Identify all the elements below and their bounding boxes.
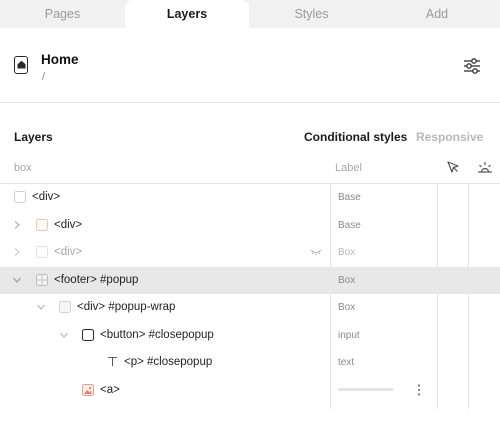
layer-style-label: Base [338, 219, 361, 231]
chevron-down-icon[interactable] [36, 302, 46, 312]
sliders-icon[interactable] [463, 57, 481, 75]
label-column-header: Label [335, 162, 362, 174]
layer-style-label: Box [338, 274, 356, 286]
kebab-menu-icon[interactable] [417, 383, 421, 397]
home-page-icon [14, 56, 28, 74]
layer-row[interactable]: <div> Base [0, 184, 500, 212]
layer-label: <footer> #popup [54, 273, 139, 286]
layers-column-header: Label [0, 155, 500, 184]
page-header: Home / [0, 28, 500, 103]
grid-icon [37, 274, 47, 285]
eye-closed-icon[interactable] [310, 248, 322, 256]
layer-row[interactable]: <div> Box [0, 239, 500, 267]
tab-add[interactable]: Add [374, 0, 500, 28]
layer-checkbox[interactable] [14, 191, 26, 203]
layer-style-label: Box [338, 302, 356, 313]
layer-row[interactable]: <div> Base [0, 212, 500, 240]
layer-row[interactable]: <button> #closepopup input [0, 322, 500, 350]
page-title: Home [41, 52, 79, 67]
layer-label: <div> #popup-wrap [77, 301, 176, 313]
layer-label: <div> [32, 191, 61, 203]
layer-checkbox[interactable] [36, 273, 48, 286]
layer-row-selected[interactable]: <footer> #popup Box [0, 266, 500, 294]
text-icon: ⊤ [107, 355, 119, 370]
layer-label: <div> [54, 218, 83, 231]
layer-checkbox[interactable] [36, 246, 48, 258]
layer-label: <button> #closepopup [100, 328, 214, 341]
cursor-icon[interactable] [446, 160, 460, 174]
tab-conditional-styles[interactable]: Conditional styles [304, 130, 407, 144]
tab-pages[interactable]: Pages [0, 0, 125, 28]
chevron-right-icon[interactable] [12, 247, 22, 257]
layer-search-input[interactable] [14, 162, 314, 174]
tab-layers[interactable]: Layers [125, 0, 249, 28]
layer-style-label: text [338, 357, 355, 368]
page-path: / [42, 71, 46, 83]
layers-heading: Layers [14, 130, 53, 144]
layer-style-label: Base [338, 192, 361, 203]
layer-row[interactable]: <div> #popup-wrap Box [0, 294, 500, 322]
layer-label: <a> [100, 383, 120, 396]
chevron-right-icon[interactable] [12, 220, 22, 230]
tab-responsive[interactable]: Responsive [416, 130, 483, 144]
chevron-down-icon[interactable] [12, 275, 22, 285]
chevron-down-icon[interactable] [59, 330, 69, 340]
layer-checkbox[interactable] [36, 218, 48, 231]
layer-style-label: Box [338, 247, 356, 258]
layer-style-label: input [338, 329, 360, 341]
image-icon [82, 383, 94, 396]
layer-row[interactable]: <a> [0, 377, 500, 405]
layer-checkbox[interactable] [59, 301, 71, 313]
layer-checkbox[interactable] [82, 328, 94, 341]
sun-icon[interactable] [477, 160, 493, 174]
layer-row[interactable]: ⊤ <p> #closepopup text [0, 349, 500, 377]
layer-label: <div> [54, 246, 83, 258]
style-label-placeholder [338, 387, 394, 391]
tab-styles[interactable]: Styles [249, 0, 374, 28]
layer-label: <p> #closepopup [124, 356, 213, 368]
panel-tabs: Pages Layers Styles Add [0, 0, 500, 28]
